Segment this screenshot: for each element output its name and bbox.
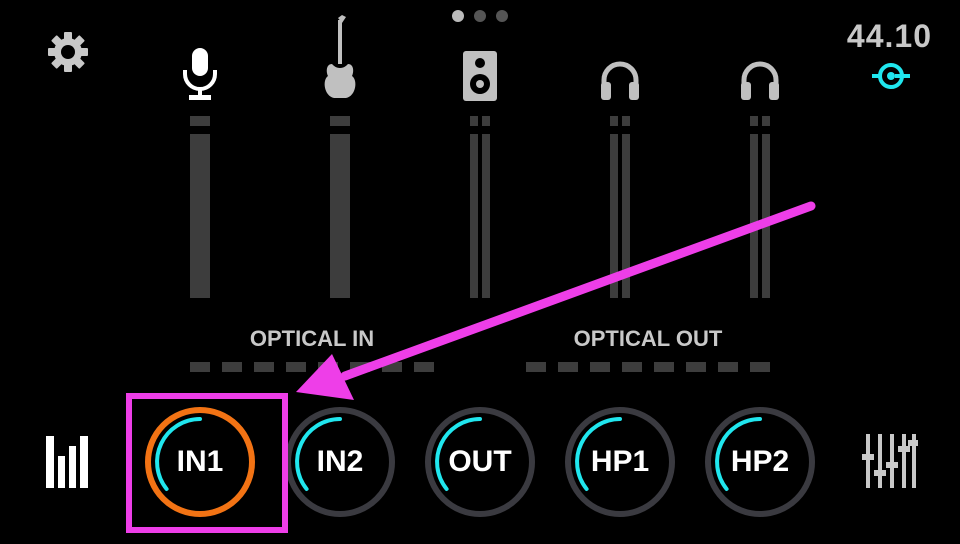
annotation-arrow bbox=[296, 201, 816, 400]
